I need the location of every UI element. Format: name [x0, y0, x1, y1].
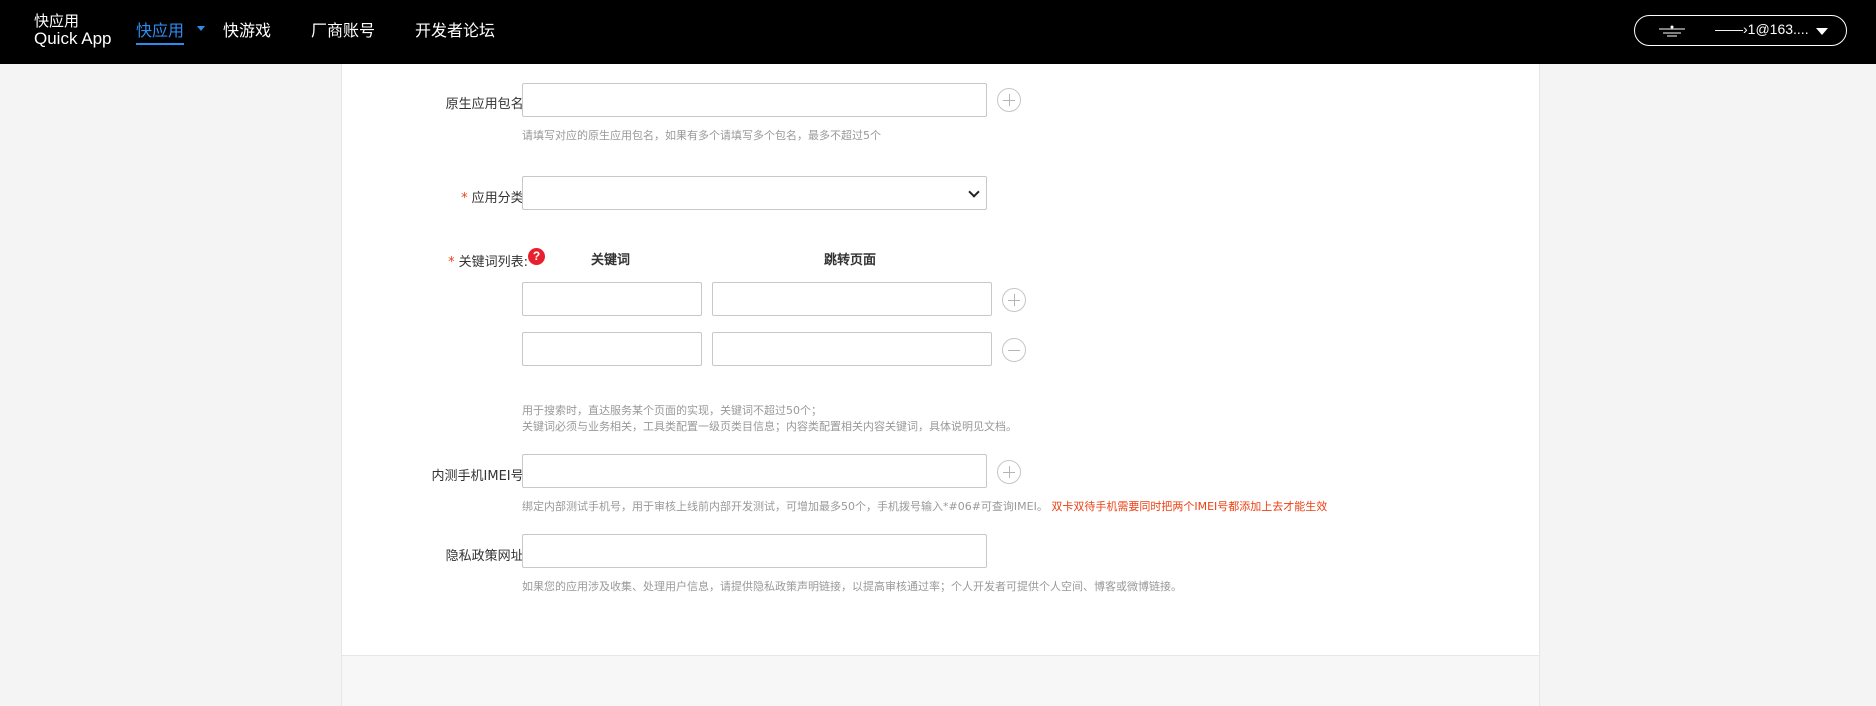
- keyword-input-1[interactable]: [522, 282, 702, 316]
- plus-circle-icon[interactable]: [997, 460, 1021, 484]
- imei-input[interactable]: [522, 454, 987, 488]
- nav-quickapp-label: 快应用: [136, 21, 185, 40]
- keywords-label-text: 关键词列表:: [458, 255, 528, 270]
- native-pkg-label: 原生应用包名:: [445, 97, 528, 112]
- chevron-down-icon: [1816, 28, 1828, 35]
- imei-help-text: 绑定内部测试手机号，用于审核上线前内部开发测试，可增加最多50个，手机拨号输入*…: [522, 500, 1048, 513]
- nav-vendor-account[interactable]: 厂商账号: [311, 20, 375, 42]
- imei-label: 内测手机IMEI号:: [431, 469, 528, 484]
- category-select[interactable]: [522, 176, 987, 210]
- keywords-help-line2: 关键词必须与业务相关，工具类配置一级页类目信息；内容类配置相关内容关键词，具体说…: [522, 420, 1017, 433]
- question-icon[interactable]: ?: [528, 248, 545, 265]
- keyword-column-header: 关键词: [591, 253, 631, 268]
- keywords-label: * 关键词列表:: [448, 251, 528, 270]
- chevron-down-icon[interactable]: [197, 26, 205, 31]
- logo-line2: Quick App: [34, 29, 112, 48]
- required-mark: *: [448, 255, 455, 270]
- nav-quickapp[interactable]: 快应用: [136, 20, 185, 45]
- nav-quickgame[interactable]: 快游戏: [223, 20, 271, 42]
- imei-help: 绑定内部测试手机号，用于审核上线前内部开发测试，可增加最多50个，手机拨号输入*…: [522, 499, 1327, 514]
- logo-line1: 快应用: [34, 12, 80, 30]
- plus-circle-icon[interactable]: [997, 88, 1021, 112]
- form-panel: 原生应用包名: 请填写对应的原生应用包名，如果有多个请填写多个包名，最多不超过5…: [341, 64, 1540, 656]
- active-underline: [136, 43, 185, 45]
- quickapp-logo[interactable]: 快应用 Quick App: [34, 12, 112, 48]
- category-label-text: 应用分类:: [471, 191, 528, 206]
- panel-footer: [341, 656, 1540, 706]
- minus-circle-icon[interactable]: [1002, 338, 1026, 362]
- plus-circle-icon[interactable]: [1002, 288, 1026, 312]
- imei-dual-sim-warning: 双卡双待手机需要同时把两个IMEI号都添加上去才能生效: [1051, 500, 1328, 513]
- native-pkg-help: 请填写对应的原生应用包名，如果有多个请填写多个包名，最多不超过5个: [522, 129, 881, 142]
- top-nav-bar: 快应用 Quick App 快应用 快游戏 厂商账号 开发者论坛 ——›1@16…: [0, 0, 1876, 64]
- account-email: ——›1@163....: [1715, 21, 1809, 37]
- keywords-help-line1: 用于搜索时，直达服务某个页面的实现，关键词不超过50个；: [522, 404, 822, 417]
- nav-developer-forum[interactable]: 开发者论坛: [415, 20, 495, 42]
- category-label: * 应用分类:: [461, 187, 528, 206]
- native-pkg-input[interactable]: [522, 83, 987, 117]
- page-input-2[interactable]: [712, 332, 992, 366]
- privacy-url-input[interactable]: [522, 534, 987, 568]
- page-input-1[interactable]: [712, 282, 992, 316]
- page-column-header: 跳转页面: [824, 253, 877, 268]
- privacy-help: 如果您的应用涉及收集、处理用户信息，请提供隐私政策声明链接，以提高审核通过率；个…: [522, 580, 1182, 593]
- keyword-input-2[interactable]: [522, 332, 702, 366]
- account-dropdown[interactable]: ——›1@163....: [1634, 15, 1847, 46]
- privacy-label: 隐私政策网址:: [445, 549, 528, 564]
- chevron-down-icon: [968, 186, 980, 198]
- account-logo-icon: [1659, 25, 1685, 37]
- required-mark: *: [461, 191, 468, 206]
